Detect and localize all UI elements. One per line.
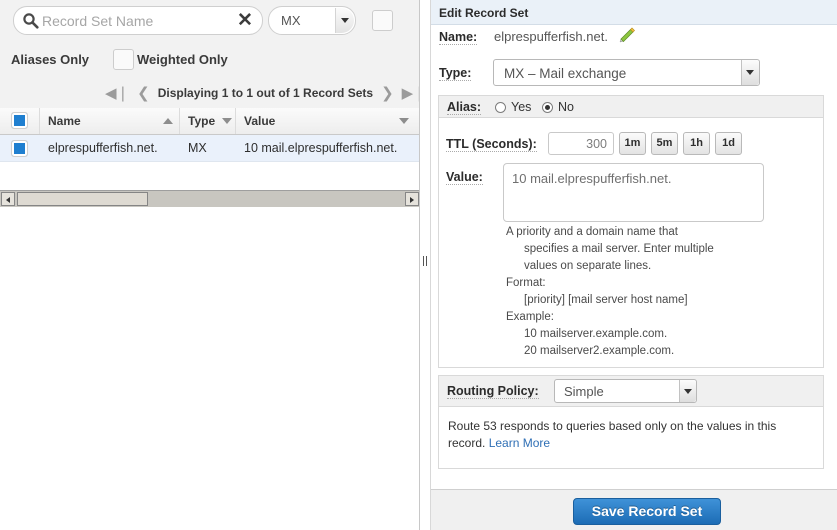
select-all-checkbox[interactable]: [11, 112, 28, 129]
sort-menu-icon: [222, 118, 232, 124]
panel-splitter[interactable]: [420, 0, 431, 530]
help-line-3: values on separate lines.: [524, 260, 652, 272]
alias-row: Alias: Yes No: [438, 95, 824, 118]
filter-toolbar: ✕ MX: [0, 0, 419, 44]
first-page-icon[interactable]: ◀❘: [105, 85, 129, 101]
table-row[interactable]: elprespufferfish.net. MX 10 mail.elpresp…: [0, 135, 419, 162]
column-header-type-label: Type: [188, 114, 216, 128]
previous-page-icon[interactable]: ❮: [137, 85, 150, 101]
pagination-bar: ◀❘ ❮ Displaying 1 to 1 out of 1 Record S…: [0, 78, 419, 109]
help-line-6: Example:: [506, 311, 554, 323]
scroll-right-button[interactable]: [405, 192, 419, 206]
routing-policy-row: Routing Policy: Simple: [438, 375, 824, 407]
panel-footer: Save Record Set: [431, 489, 837, 530]
value-label: Value:: [446, 170, 483, 185]
save-record-set-button[interactable]: Save Record Set: [573, 498, 721, 525]
record-sets-table-header: Name Type Value: [0, 108, 419, 135]
sort-ascending-icon: [163, 118, 173, 124]
learn-more-link[interactable]: Learn More: [489, 436, 550, 450]
record-set-editor-window: ✕ MX Aliases Only Weighted Only ◀❘ ❮ Dis…: [0, 0, 837, 530]
routing-policy-label: Routing Policy:: [447, 384, 539, 399]
alias-yes-label: Yes: [511, 100, 532, 114]
help-line-5: [priority] [mail server host name]: [524, 294, 688, 306]
weighted-only-checkbox[interactable]: [113, 49, 134, 70]
select-all-header[interactable]: [0, 108, 40, 134]
ttl-preset-5m-button[interactable]: 5m: [651, 132, 678, 155]
type-filter-value: MX: [281, 13, 301, 28]
row-select-checkbox[interactable]: [11, 140, 28, 157]
page-title: Edit Record Set: [439, 6, 529, 20]
record-type-arrow-button[interactable]: [741, 60, 759, 85]
column-header-value-label: Value: [244, 114, 276, 128]
record-sets-list-panel: ✕ MX Aliases Only Weighted Only ◀❘ ❮ Dis…: [0, 0, 420, 530]
last-page-icon[interactable]: ▶❘: [402, 85, 419, 101]
aliases-only-checkbox[interactable]: [372, 10, 393, 31]
ttl-preset-1h-button[interactable]: 1h: [683, 132, 710, 155]
alias-no-radio[interactable]: [542, 102, 553, 113]
weighted-only-label: Weighted Only: [137, 52, 228, 67]
edit-pencil-icon[interactable]: [618, 26, 636, 44]
toggles-row: Aliases Only Weighted Only: [0, 44, 419, 78]
cell-type: MX: [188, 141, 207, 155]
search-box[interactable]: ✕: [13, 6, 263, 36]
ttl-input[interactable]: [548, 132, 614, 155]
alias-label: Alias:: [447, 100, 482, 115]
ttl-label: TTL (Seconds):: [446, 137, 537, 152]
scrollbar-thumb[interactable]: [17, 192, 148, 206]
column-header-type[interactable]: Type: [180, 108, 236, 134]
aliases-only-label: Aliases Only: [11, 52, 90, 67]
chevron-down-icon: [684, 389, 692, 394]
cell-value: 10 mail.elprespufferfish.net.: [244, 141, 398, 155]
help-line-2: specifies a mail server. Enter multiple: [524, 243, 714, 255]
help-line-7: 10 mailserver.example.com.: [524, 328, 668, 340]
ttl-preset-1m-button[interactable]: 1m: [619, 132, 646, 155]
routing-policy-value: Simple: [564, 384, 604, 399]
chevron-down-icon: [746, 70, 754, 75]
clear-search-icon[interactable]: ✕: [234, 10, 256, 32]
routing-policy-description: Route 53 responds to queries based only …: [448, 418, 814, 452]
search-input[interactable]: [40, 7, 232, 36]
next-page-icon[interactable]: ❯: [381, 85, 394, 101]
type-label: Type:: [439, 66, 472, 81]
help-line-1: A priority and a domain name that: [506, 226, 678, 238]
record-type-dropdown[interactable]: MX – Mail exchange: [493, 59, 760, 86]
alias-yes-radio[interactable]: [495, 102, 506, 113]
value-textarea[interactable]: [503, 163, 764, 222]
type-filter-arrow-button[interactable]: [335, 8, 354, 33]
name-value: elprespufferfish.net.: [494, 29, 608, 44]
ttl-preset-1d-button[interactable]: 1d: [715, 132, 742, 155]
column-header-value[interactable]: Value: [236, 108, 419, 134]
help-line-8: 20 mailserver2.example.com.: [524, 345, 675, 357]
routing-policy-arrow-button[interactable]: [679, 380, 696, 402]
type-filter-dropdown[interactable]: MX: [268, 6, 356, 35]
chevron-down-icon: [341, 18, 349, 23]
scroll-left-icon: [6, 197, 10, 203]
splitter-grip-icon: [423, 256, 427, 266]
column-header-name[interactable]: Name: [40, 108, 180, 134]
value-help-text: A priority and a domain name that specif…: [506, 224, 766, 360]
scroll-right-icon: [410, 197, 414, 203]
cell-name: elprespufferfish.net.: [48, 141, 158, 155]
edit-panel-title-bar: Edit Record Set: [431, 0, 837, 25]
record-type-value: MX – Mail exchange: [504, 66, 627, 81]
name-label: Name:: [439, 30, 478, 45]
search-icon: [23, 13, 39, 29]
alias-no-label: No: [558, 100, 574, 114]
column-header-name-label: Name: [48, 114, 81, 128]
help-line-4: Format:: [506, 277, 546, 289]
table-horizontal-scrollbar[interactable]: [0, 190, 419, 207]
scroll-left-button[interactable]: [1, 192, 15, 206]
column-menu-icon: [399, 118, 409, 124]
pagination-status: Displaying 1 to 1 out of 1 Record Sets: [157, 86, 374, 100]
routing-policy-dropdown[interactable]: Simple: [554, 379, 697, 403]
